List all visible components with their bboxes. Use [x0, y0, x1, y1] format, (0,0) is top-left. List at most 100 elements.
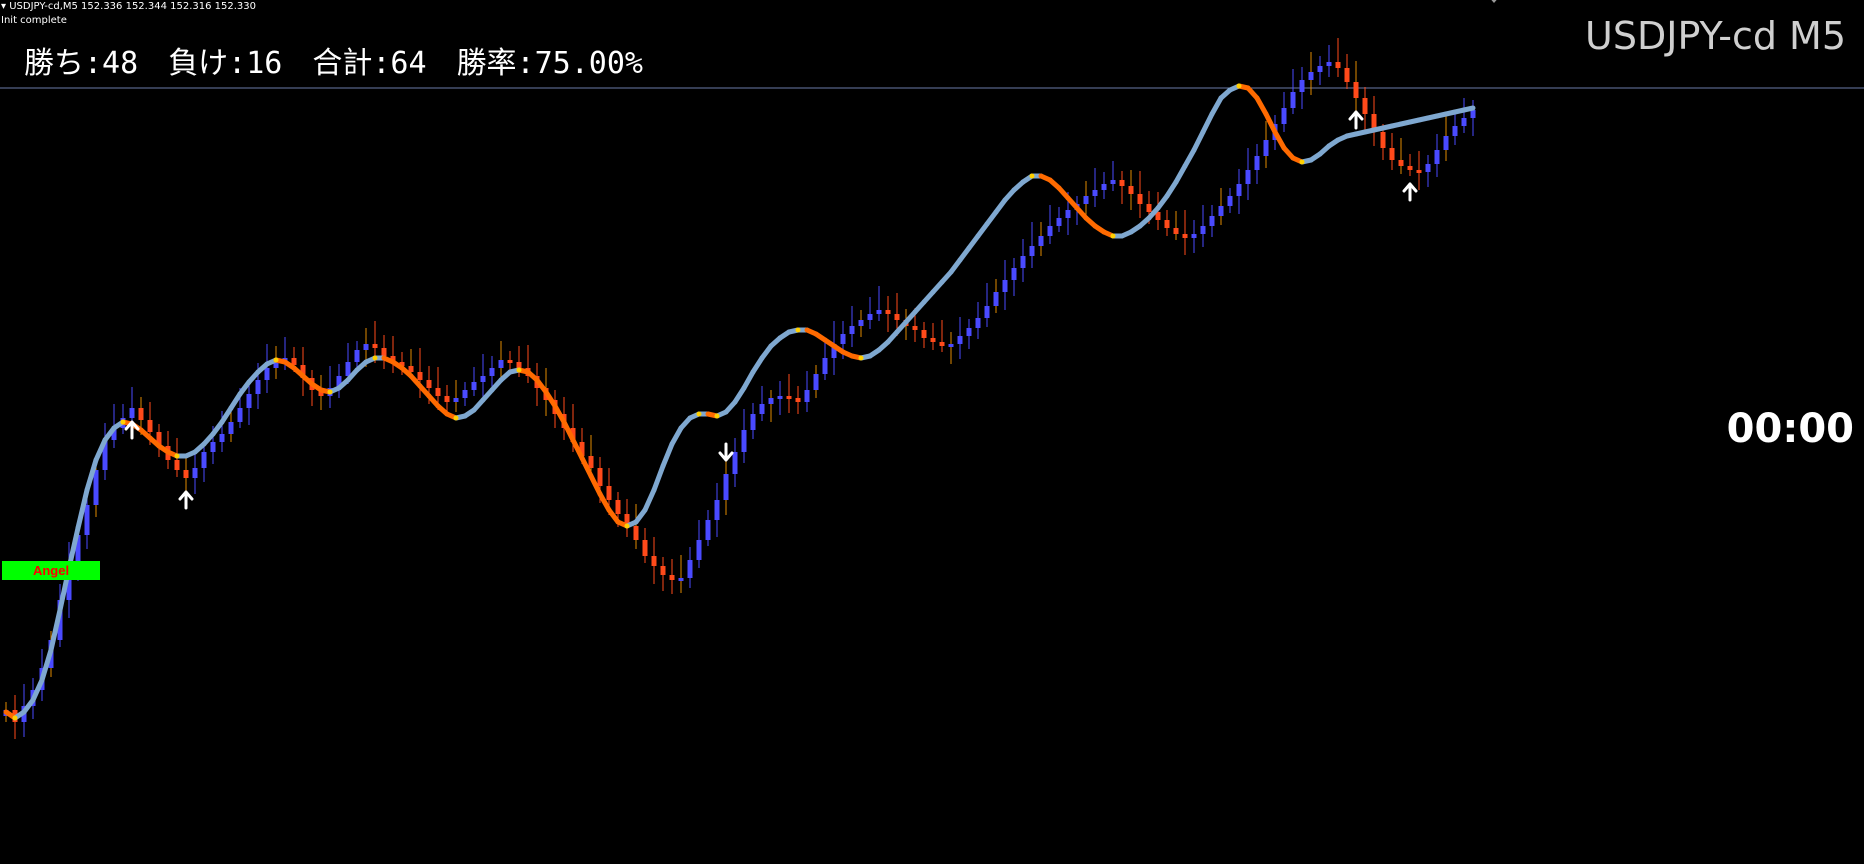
candle-body [993, 292, 999, 306]
candle [975, 302, 981, 339]
candle-body [174, 460, 180, 470]
candle-body [1164, 220, 1170, 228]
candle [660, 557, 666, 591]
triangle-down-icon[interactable] [1488, 0, 1500, 3]
candle-body [1308, 72, 1314, 80]
candle [921, 322, 927, 348]
candle [1452, 113, 1458, 145]
candle [327, 366, 333, 408]
candle-body [237, 408, 243, 422]
candle [1047, 205, 1053, 244]
ma-segment [1182, 147, 1197, 169]
candle [867, 297, 873, 329]
candle-body [93, 470, 99, 505]
candle-body [84, 505, 90, 535]
candle-body [714, 500, 720, 520]
candle-body [615, 500, 621, 514]
candle [705, 510, 711, 546]
candle-body [489, 368, 495, 376]
candle-body [795, 398, 801, 402]
price-chart[interactable] [0, 0, 1864, 864]
up-arrow-icon [1402, 182, 1418, 202]
candle-body [1398, 160, 1404, 166]
candle-body [453, 398, 459, 402]
candle-body [1344, 68, 1350, 82]
candle [804, 371, 810, 412]
candle [390, 336, 396, 373]
candle-body [768, 398, 774, 404]
candle-body [1317, 66, 1323, 72]
ma-turn-point [696, 411, 702, 417]
candle-body [1452, 126, 1458, 136]
candle-body [912, 326, 918, 330]
candle-body [1299, 80, 1305, 92]
up-arrow-icon [178, 490, 194, 510]
candle-body [975, 318, 981, 328]
candle-body [435, 388, 441, 396]
ma-turn-point [174, 453, 180, 459]
candle [1227, 188, 1233, 213]
candle [1128, 170, 1134, 210]
candle-body [417, 372, 423, 380]
candle-body [264, 368, 270, 380]
ma-segment [741, 369, 756, 391]
candle-body [597, 468, 603, 486]
candle-body [885, 310, 891, 314]
candle-body [228, 422, 234, 434]
candle-body [732, 452, 738, 474]
candle [1083, 181, 1089, 217]
candle [246, 384, 252, 425]
candle-body [1191, 234, 1197, 238]
candle-body [1110, 180, 1116, 184]
candle-body [867, 314, 873, 320]
candle [453, 380, 459, 412]
candle [462, 382, 468, 406]
candle-body [1173, 228, 1179, 234]
candle [1344, 54, 1350, 89]
candle [1335, 38, 1341, 77]
candle [354, 341, 360, 368]
candle-body [1245, 170, 1251, 184]
candle [1038, 222, 1044, 256]
candle [849, 306, 855, 347]
candle-body [1002, 280, 1008, 292]
down-arrow-icon [718, 442, 734, 462]
candle-body [219, 434, 225, 442]
ma-segment [660, 441, 675, 469]
candle [1110, 161, 1116, 191]
candle-body [372, 344, 378, 348]
candle-body [138, 408, 144, 420]
candle-body [1047, 226, 1053, 236]
quote-line: ▾ USDJPY-cd,M5 152.336 152.344 152.316 1… [1, 1, 256, 12]
ma-segment [1461, 105, 1476, 113]
candle-body [984, 306, 990, 318]
candle-body [1092, 190, 1098, 196]
candle [678, 555, 684, 593]
candle-body [687, 560, 693, 578]
candle-body [1227, 196, 1233, 206]
up-arrow-icon [1348, 110, 1364, 130]
candle [1353, 61, 1359, 116]
candle [1020, 239, 1026, 282]
total-stat: 合計:64 [312, 46, 427, 81]
candle-body [1461, 118, 1467, 126]
candle [957, 317, 963, 359]
candle-body [246, 394, 252, 408]
candle [1326, 45, 1332, 77]
candle [381, 335, 387, 369]
candle [1281, 92, 1287, 132]
candle-body [498, 360, 504, 368]
candle [1218, 188, 1224, 225]
candle [1191, 220, 1197, 253]
candle [1416, 151, 1422, 190]
candle [966, 319, 972, 349]
candle-body [462, 390, 468, 398]
candle [1119, 171, 1125, 204]
candle [1434, 134, 1440, 177]
ma-turn-point [1110, 233, 1116, 239]
candle-body [741, 430, 747, 452]
candle-body [183, 470, 189, 478]
candle [183, 458, 189, 496]
candle-body [633, 526, 639, 540]
candle-body [660, 566, 666, 575]
